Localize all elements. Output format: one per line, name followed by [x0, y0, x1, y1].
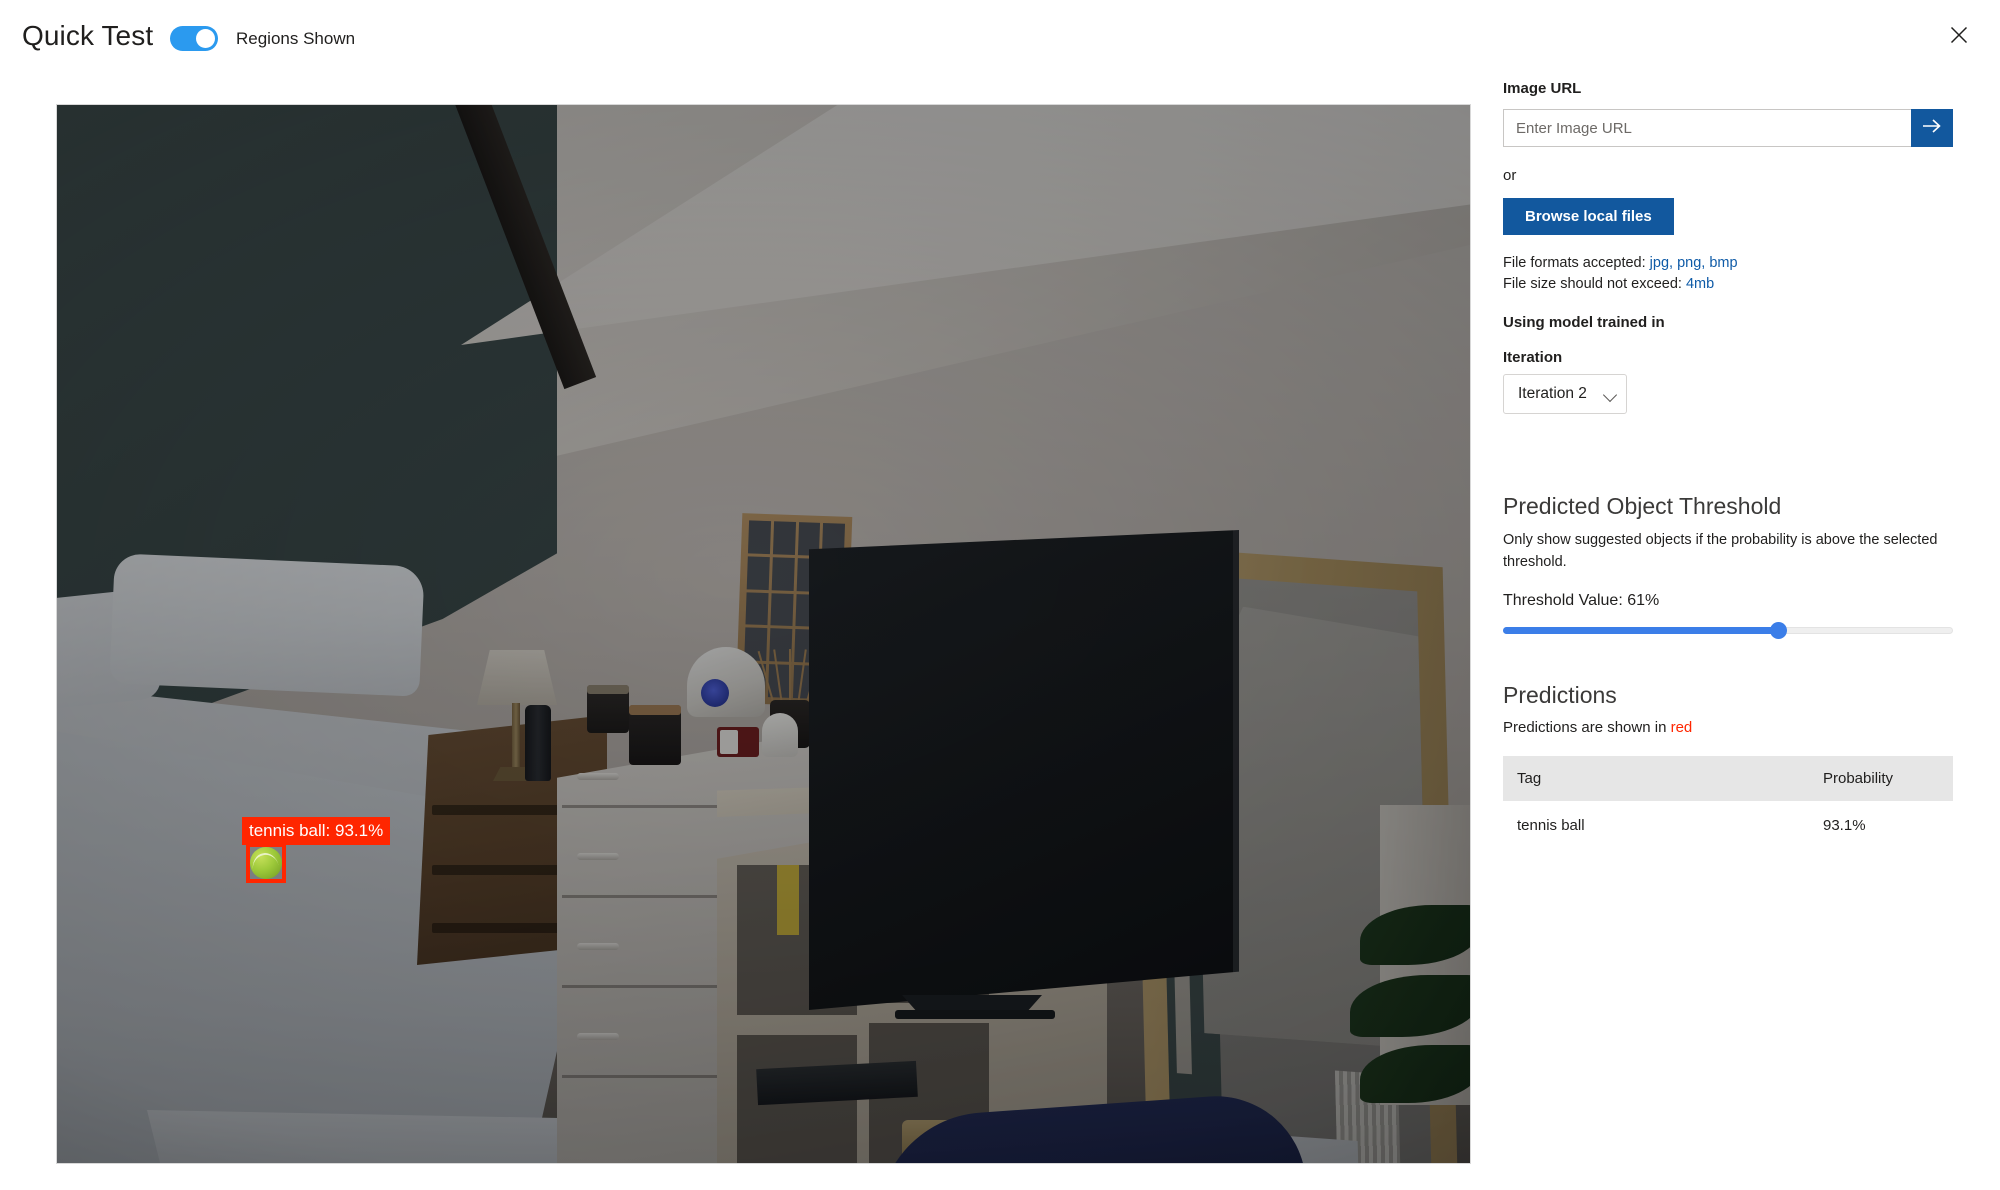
dresser-handle	[577, 853, 619, 860]
predictions-color-word: red	[1670, 718, 1693, 736]
prediction-box-label: tennis ball: 93.1%	[242, 817, 391, 845]
formats-line: File formats accepted: jpg, png, bmp	[1503, 253, 1953, 274]
threshold-description: Only show suggested objects if the proba…	[1503, 532, 1938, 570]
close-button[interactable]	[1938, 14, 1980, 56]
alarm-clock-face	[701, 679, 729, 707]
table-header-row: Tag Probability	[1503, 755, 1953, 801]
dresser-handle	[577, 773, 619, 780]
iteration-selected-value: Iteration 2	[1518, 385, 1587, 403]
arrow-right-icon	[1922, 118, 1942, 139]
bust-ornament	[762, 713, 798, 757]
cell-tag: tennis ball	[1517, 816, 1585, 834]
column-header-tag: Tag	[1503, 755, 1823, 801]
cell-probability: 93.1%	[1823, 816, 1866, 834]
dresser-handle	[577, 943, 619, 950]
test-image: tennis ball: 93.1%	[57, 105, 1470, 1163]
formats-prefix: File formats accepted:	[1503, 255, 1650, 271]
regions-shown-toggle[interactable]	[170, 26, 218, 51]
regions-shown-toggle-group: Regions Shown	[170, 26, 355, 51]
image-url-row	[1503, 109, 1953, 147]
predictions-title: Predictions	[1503, 681, 1617, 708]
predictions-table: Tag Probability tennis ball 93.1%	[1503, 755, 1953, 850]
bed-base	[147, 1110, 577, 1163]
regions-shown-label: Regions Shown	[236, 28, 356, 48]
page-title: Quick Test	[22, 20, 154, 51]
table-lamp-shade	[477, 650, 557, 705]
candle-jar	[629, 705, 681, 765]
threshold-value-label: Threshold Value: 61%	[1503, 591, 1660, 609]
predictions-table-body: tennis ball 93.1%	[1503, 801, 1953, 850]
predictions-table-head: Tag Probability	[1503, 755, 1953, 801]
sunrise-alarm-clock	[687, 647, 765, 717]
size-value: 4mb	[1685, 276, 1715, 293]
image-viewer[interactable]: tennis ball: 93.1%	[57, 105, 1470, 1163]
size-line: File size should not exceed: 4mb	[1503, 274, 1953, 295]
pillow	[109, 553, 425, 697]
using-model-label: Using model trained in	[1503, 314, 1665, 332]
table-row: tennis ball 93.1%	[1503, 801, 1953, 850]
quick-test-page: Quick Test Regions Shown tennis ball: 93…	[0, 0, 2000, 1190]
submit-url-button[interactable]	[1911, 109, 1953, 147]
formats-value: jpg, png, bmp	[1649, 255, 1738, 271]
file-format-note: File formats accepted: jpg, png, bmp Fil…	[1503, 253, 1953, 295]
yellow-item	[777, 865, 799, 935]
dresser-handle	[577, 1033, 619, 1040]
tv-foot	[895, 1010, 1055, 1019]
side-panel: Image URL or Browse local files File for…	[1503, 80, 1953, 850]
prediction-bounding-box[interactable]	[246, 843, 286, 883]
water-bottle	[525, 705, 551, 781]
threshold-slider[interactable]	[1503, 621, 1953, 639]
iteration-select[interactable]: Iteration 2	[1503, 374, 1627, 415]
slider-thumb[interactable]	[1769, 621, 1787, 639]
page-header: Quick Test Regions Shown	[0, 0, 2000, 84]
size-prefix: File size should not exceed:	[1503, 276, 1686, 293]
candle-jar	[587, 685, 629, 733]
phone-stand	[717, 727, 759, 757]
image-url-label: Image URL	[1503, 80, 1582, 97]
or-separator: or	[1503, 167, 1517, 184]
reed-diffuser-sticks	[757, 645, 823, 706]
threshold-title: Predicted Object Threshold	[1503, 493, 1782, 520]
image-url-input[interactable]	[1503, 109, 1911, 147]
iteration-label: Iteration	[1503, 349, 1563, 367]
predictions-subtitle-prefix: Predictions are shown in	[1503, 718, 1671, 736]
slider-fill	[1503, 626, 1778, 634]
browse-local-files-button[interactable]: Browse local files	[1503, 198, 1674, 235]
predictions-subtitle: Predictions are shown in red	[1503, 719, 1953, 736]
television	[809, 530, 1239, 1010]
column-header-probability: Probability	[1823, 755, 1953, 801]
table-lamp-stem	[512, 703, 520, 775]
toggle-knob	[196, 29, 215, 48]
chevron-down-icon	[1602, 387, 1618, 403]
close-icon	[1949, 25, 1969, 45]
